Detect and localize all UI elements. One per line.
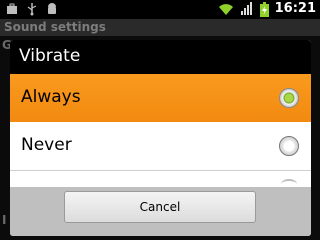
button-bar: Cancel (10, 187, 311, 236)
option-label: Never (21, 135, 72, 155)
android-debug-icon (48, 3, 56, 14)
dialog-title-bar: Vibrate (10, 40, 311, 74)
vibrate-dialog: Vibrate Always Never Cancel (10, 40, 311, 236)
briefcase-icon (7, 3, 17, 14)
usb-icon (27, 3, 37, 16)
background-partial-text-bottom: I (2, 213, 7, 227)
background-title-bar: Sound settings (0, 19, 320, 36)
background-title: Sound settings (4, 20, 106, 34)
radio-unchecked-icon[interactable] (279, 136, 299, 156)
option-always[interactable]: Always (10, 74, 311, 122)
clock: 16:21 (274, 1, 316, 16)
wifi-icon (218, 4, 233, 15)
signal-icon (240, 2, 252, 15)
cancel-button[interactable]: Cancel (64, 191, 256, 223)
battery-icon (259, 1, 269, 17)
cancel-label: Cancel (139, 200, 181, 214)
option-never[interactable]: Never (10, 122, 311, 170)
dialog-title: Vibrate (19, 46, 81, 66)
list-item-partial (10, 171, 311, 188)
option-label: Always (21, 87, 81, 107)
notification-icons (6, 2, 58, 16)
radio-checked-icon[interactable] (279, 88, 299, 108)
system-icons: 16:21 (218, 1, 316, 17)
status-bar: 16:21 (0, 0, 320, 19)
